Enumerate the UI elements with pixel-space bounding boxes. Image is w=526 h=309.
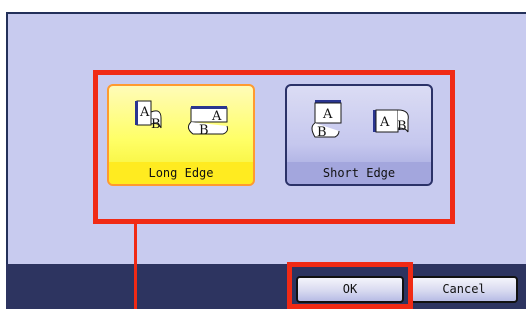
options-highlight-callout xyxy=(93,70,455,224)
screen-top-margin xyxy=(0,0,526,12)
panel-top-border xyxy=(6,12,526,14)
cancel-button[interactable]: Cancel xyxy=(410,276,518,303)
ok-highlight-callout xyxy=(287,262,413,309)
screen-left-margin xyxy=(0,0,5,309)
callout-pointer-line xyxy=(134,224,137,309)
